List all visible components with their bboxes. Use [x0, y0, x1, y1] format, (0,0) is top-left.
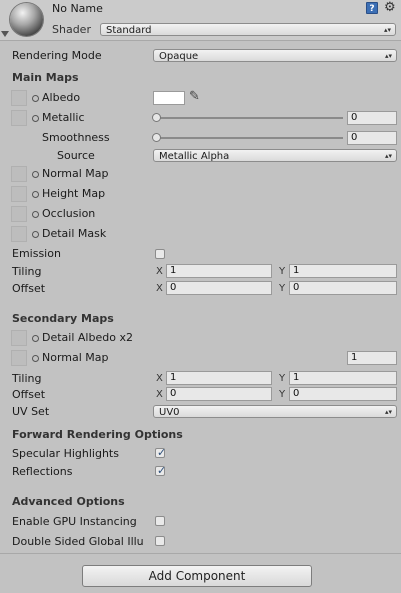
smoothness-label: Smoothness [42, 131, 110, 144]
normal-map-texture-slot[interactable] [11, 166, 27, 182]
uv-set-label: UV Set [12, 405, 50, 418]
secondary-normal-map-texture-slot[interactable] [11, 350, 27, 366]
reflections-checkbox[interactable]: ✓ [155, 464, 167, 477]
dropdown-arrow-icon: ▴▾ [384, 408, 392, 416]
texture-picker-icon[interactable] [32, 335, 39, 342]
dropdown-arrow-icon: ▴▾ [383, 26, 391, 34]
specular-highlights-checkbox[interactable]: ✓ [155, 446, 167, 459]
axis-y-label: Y [279, 389, 286, 400]
texture-picker-icon[interactable] [32, 231, 39, 238]
occlusion-label: Occlusion [42, 207, 96, 220]
texture-picker-icon[interactable] [32, 211, 39, 218]
detail-mask-label: Detail Mask [42, 227, 107, 240]
normal-map-label: Normal Map [42, 167, 109, 180]
axis-y-label: Y [279, 373, 286, 384]
detail-albedo-label: Detail Albedo x2 [42, 331, 133, 344]
gear-icon[interactable]: ⚙ [384, 0, 396, 15]
eyedropper-icon[interactable]: ✎ [189, 89, 200, 104]
metallic-value-field[interactable]: 0 [347, 111, 397, 125]
texture-picker-icon[interactable] [32, 115, 39, 122]
source-value: Metallic Alpha [159, 151, 230, 162]
separator [0, 553, 401, 554]
tiling-y-field[interactable]: 1 [289, 264, 397, 278]
shader-dropdown[interactable]: Standard ▴▾ [100, 23, 396, 36]
axis-x-label: X [156, 283, 163, 294]
add-component-button[interactable]: Add Component [82, 565, 312, 587]
double-sided-gi-label: Double Sided Global Illu [12, 535, 144, 548]
offset-x-field[interactable]: 0 [166, 281, 272, 295]
material-preview-sphere [10, 3, 43, 36]
forward-rendering-title: Forward Rendering Options [12, 428, 183, 441]
height-map-texture-slot[interactable] [11, 186, 27, 202]
help-icon[interactable]: ? [366, 2, 378, 14]
secondary-maps-title: Secondary Maps [12, 312, 114, 325]
detail-mask-texture-slot[interactable] [11, 226, 27, 242]
uv-set-dropdown[interactable]: UV0 ▴▾ [153, 405, 397, 418]
texture-picker-icon[interactable] [32, 171, 39, 178]
rendering-mode-value: Opaque [159, 51, 199, 62]
texture-picker-icon[interactable] [32, 191, 39, 198]
double-sided-gi-checkbox[interactable] [155, 536, 165, 546]
foldout-arrow-icon[interactable] [1, 31, 9, 37]
rendering-mode-label: Rendering Mode [12, 49, 102, 62]
specular-highlights-label: Specular Highlights [12, 447, 119, 460]
rendering-mode-dropdown[interactable]: Opaque ▴▾ [153, 49, 397, 62]
axis-y-label: Y [279, 266, 286, 277]
texture-picker-icon[interactable] [32, 355, 39, 362]
shader-label: Shader [52, 23, 91, 36]
source-label: Source [57, 149, 95, 162]
secondary-normal-map-label: Normal Map [42, 351, 109, 364]
advanced-options-title: Advanced Options [12, 495, 125, 508]
secondary-offset-y-field[interactable]: 0 [289, 387, 397, 401]
gpu-instancing-label: Enable GPU Instancing [12, 515, 137, 528]
source-dropdown[interactable]: Metallic Alpha ▴▾ [153, 149, 397, 162]
reflections-label: Reflections [12, 465, 73, 478]
axis-x-label: X [156, 389, 163, 400]
dropdown-arrow-icon: ▴▾ [384, 152, 392, 160]
gpu-instancing-checkbox[interactable] [155, 516, 165, 526]
albedo-texture-slot[interactable] [11, 90, 27, 106]
dropdown-arrow-icon: ▴▾ [384, 52, 392, 60]
metallic-slider-knob[interactable] [152, 113, 161, 122]
shader-value: Standard [106, 25, 152, 36]
secondary-offset-label: Offset [12, 388, 46, 401]
checkmark-icon: ✓ [157, 446, 167, 459]
uv-set-value: UV0 [159, 407, 180, 418]
albedo-color-swatch[interactable] [153, 91, 185, 105]
metallic-texture-slot[interactable] [11, 110, 27, 126]
emission-checkbox[interactable] [155, 249, 165, 259]
smoothness-value-field[interactable]: 0 [347, 131, 397, 145]
smoothness-slider-knob[interactable] [152, 133, 161, 142]
axis-y-label: Y [279, 283, 286, 294]
secondary-tiling-label: Tiling [12, 372, 42, 385]
secondary-offset-x-field[interactable]: 0 [166, 387, 272, 401]
occlusion-texture-slot[interactable] [11, 206, 27, 222]
tiling-label: Tiling [12, 265, 42, 278]
tiling-x-field[interactable]: 1 [166, 264, 272, 278]
axis-x-label: X [156, 373, 163, 384]
secondary-normal-value-field[interactable]: 1 [347, 351, 397, 365]
detail-albedo-texture-slot[interactable] [11, 330, 27, 346]
emission-label: Emission [12, 247, 61, 260]
checkmark-icon: ✓ [157, 464, 167, 477]
main-maps-title: Main Maps [12, 71, 79, 84]
secondary-tiling-y-field[interactable]: 1 [289, 371, 397, 385]
offset-label: Offset [12, 282, 46, 295]
albedo-label: Albedo [42, 91, 81, 104]
secondary-tiling-x-field[interactable]: 1 [166, 371, 272, 385]
smoothness-slider-track[interactable] [155, 137, 343, 139]
metallic-label: Metallic [42, 111, 85, 124]
axis-x-label: X [156, 266, 163, 277]
metallic-slider-track[interactable] [155, 117, 343, 119]
height-map-label: Height Map [42, 187, 106, 200]
material-name: No Name [52, 2, 103, 15]
texture-picker-icon[interactable] [32, 95, 39, 102]
offset-y-field[interactable]: 0 [289, 281, 397, 295]
